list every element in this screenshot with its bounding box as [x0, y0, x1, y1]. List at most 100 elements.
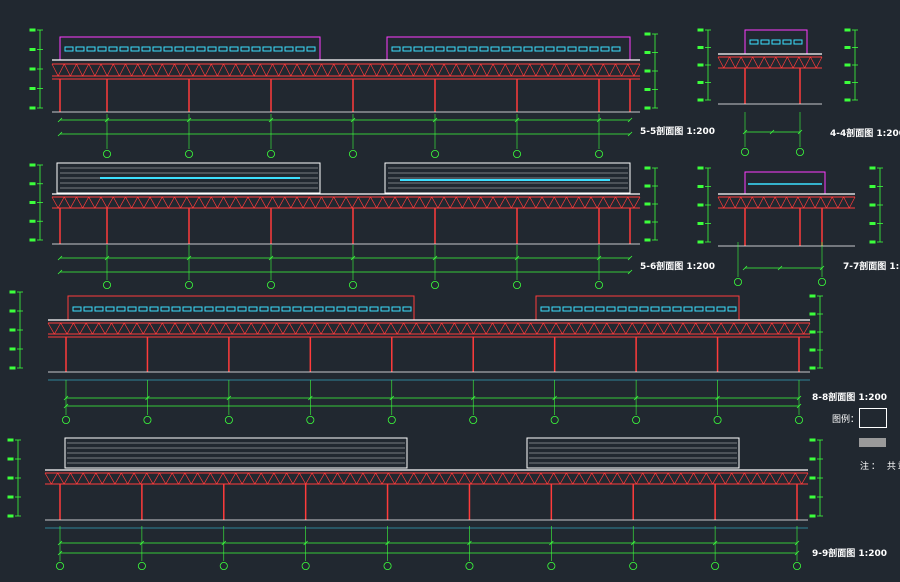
axis-bubble	[469, 415, 478, 424]
glass-panel	[273, 46, 283, 52]
glass-panel	[402, 46, 412, 52]
glass-panel	[556, 46, 566, 52]
glass-panel	[606, 306, 616, 312]
glass-panel	[628, 306, 638, 312]
glass-panel	[771, 39, 781, 45]
axis-bubble	[387, 415, 396, 424]
glass-panel	[248, 306, 258, 312]
glass-panel	[650, 306, 660, 312]
glass-panel	[262, 46, 272, 52]
axis-bubble	[595, 280, 604, 289]
section-title-8-8: 8-8剖面图 1:200	[812, 393, 888, 403]
side-dimension-text	[9, 290, 16, 294]
side-dimension-text	[9, 309, 16, 313]
glass-panel	[218, 46, 228, 52]
section-title-9-9: 9-9剖面图 1:200	[812, 549, 888, 559]
axis-bubble	[103, 280, 112, 289]
side-dimension-text	[7, 438, 14, 442]
side-dimension-text	[844, 98, 851, 102]
truss-web	[717, 196, 856, 209]
truss-web	[44, 472, 809, 485]
glass-panel	[567, 46, 577, 52]
side-dimension-text	[869, 166, 876, 170]
glass-panel	[672, 306, 682, 312]
glass-panel	[204, 306, 214, 312]
glass-panel	[284, 46, 294, 52]
glass-panel	[413, 46, 423, 52]
glass-panel	[336, 306, 346, 312]
axis-bubble	[818, 277, 827, 286]
side-dimension-text	[644, 166, 651, 170]
axis-bubble	[56, 562, 65, 571]
glass-panel	[782, 39, 792, 45]
axis-bubble	[713, 415, 722, 424]
glass-panel	[512, 46, 522, 52]
glass-panel	[240, 46, 250, 52]
axis-bubble	[266, 280, 275, 289]
side-dimension-text	[644, 88, 651, 91]
glass-panel	[130, 46, 140, 52]
glass-panel	[402, 306, 412, 312]
axis-bubble	[741, 147, 750, 156]
glass-panel	[185, 46, 195, 52]
side-dimension-text	[697, 240, 704, 244]
glass-panel	[174, 46, 184, 52]
axis-bubble	[383, 562, 392, 571]
legend-label: 图例：	[832, 415, 860, 425]
side-dimension-text	[644, 32, 651, 36]
axis-bubble	[465, 562, 474, 571]
glass-panel	[72, 306, 82, 312]
axis-bubble	[301, 562, 310, 571]
glass-panel	[760, 39, 770, 45]
glass-panel	[534, 46, 544, 52]
axis-bubble	[62, 415, 71, 424]
glass-panel	[391, 306, 401, 312]
side-dimension-text	[697, 166, 704, 170]
axis-bubble	[184, 280, 193, 289]
glass-panel	[160, 306, 170, 312]
glass-panel	[127, 306, 137, 312]
side-dimension-text	[809, 495, 816, 499]
glass-panel	[523, 46, 533, 52]
glass-panel	[369, 306, 379, 312]
axis-bubble	[224, 415, 233, 424]
side-dimension-text	[697, 98, 704, 102]
glass-panel	[259, 306, 269, 312]
glass-panel	[600, 46, 610, 52]
glass-panel	[540, 306, 550, 312]
glass-panel	[749, 39, 759, 45]
glass-panel	[716, 306, 726, 312]
axis-bubble	[137, 562, 146, 571]
side-dimension-text	[809, 312, 816, 316]
axis-bubble	[795, 415, 804, 424]
side-dimension-text	[809, 476, 816, 480]
side-dimension-text	[644, 51, 651, 54]
canopy-frame	[59, 36, 321, 61]
truss-web	[51, 63, 641, 77]
axis-bubble	[348, 149, 357, 158]
side-dimension-text	[644, 184, 651, 188]
axis-bubble	[348, 280, 357, 289]
side-dimension-text	[697, 28, 704, 32]
glass-panel	[226, 306, 236, 312]
section-title-4-4: 4-4剖面图 1:200	[830, 129, 900, 139]
axis-bubble	[547, 562, 556, 571]
side-dimension-text	[869, 240, 876, 244]
axis-bubble	[184, 149, 193, 158]
glass-panel	[573, 306, 583, 312]
glass-panel	[196, 46, 206, 52]
side-dimension-text	[29, 106, 36, 110]
axis-bubble	[595, 149, 604, 158]
axis-bubble	[513, 280, 522, 289]
side-dimension-text	[7, 457, 14, 461]
glass-panel	[589, 46, 599, 52]
axis-bubble	[430, 149, 439, 158]
axis-bubble	[793, 562, 802, 571]
side-dimension-text	[29, 28, 36, 32]
glass-panel	[683, 306, 693, 312]
side-dimension-text	[809, 457, 816, 461]
glass-panel	[171, 306, 181, 312]
side-dimension-text	[869, 222, 876, 225]
legend-box	[859, 408, 887, 428]
glass-panel	[424, 46, 434, 52]
